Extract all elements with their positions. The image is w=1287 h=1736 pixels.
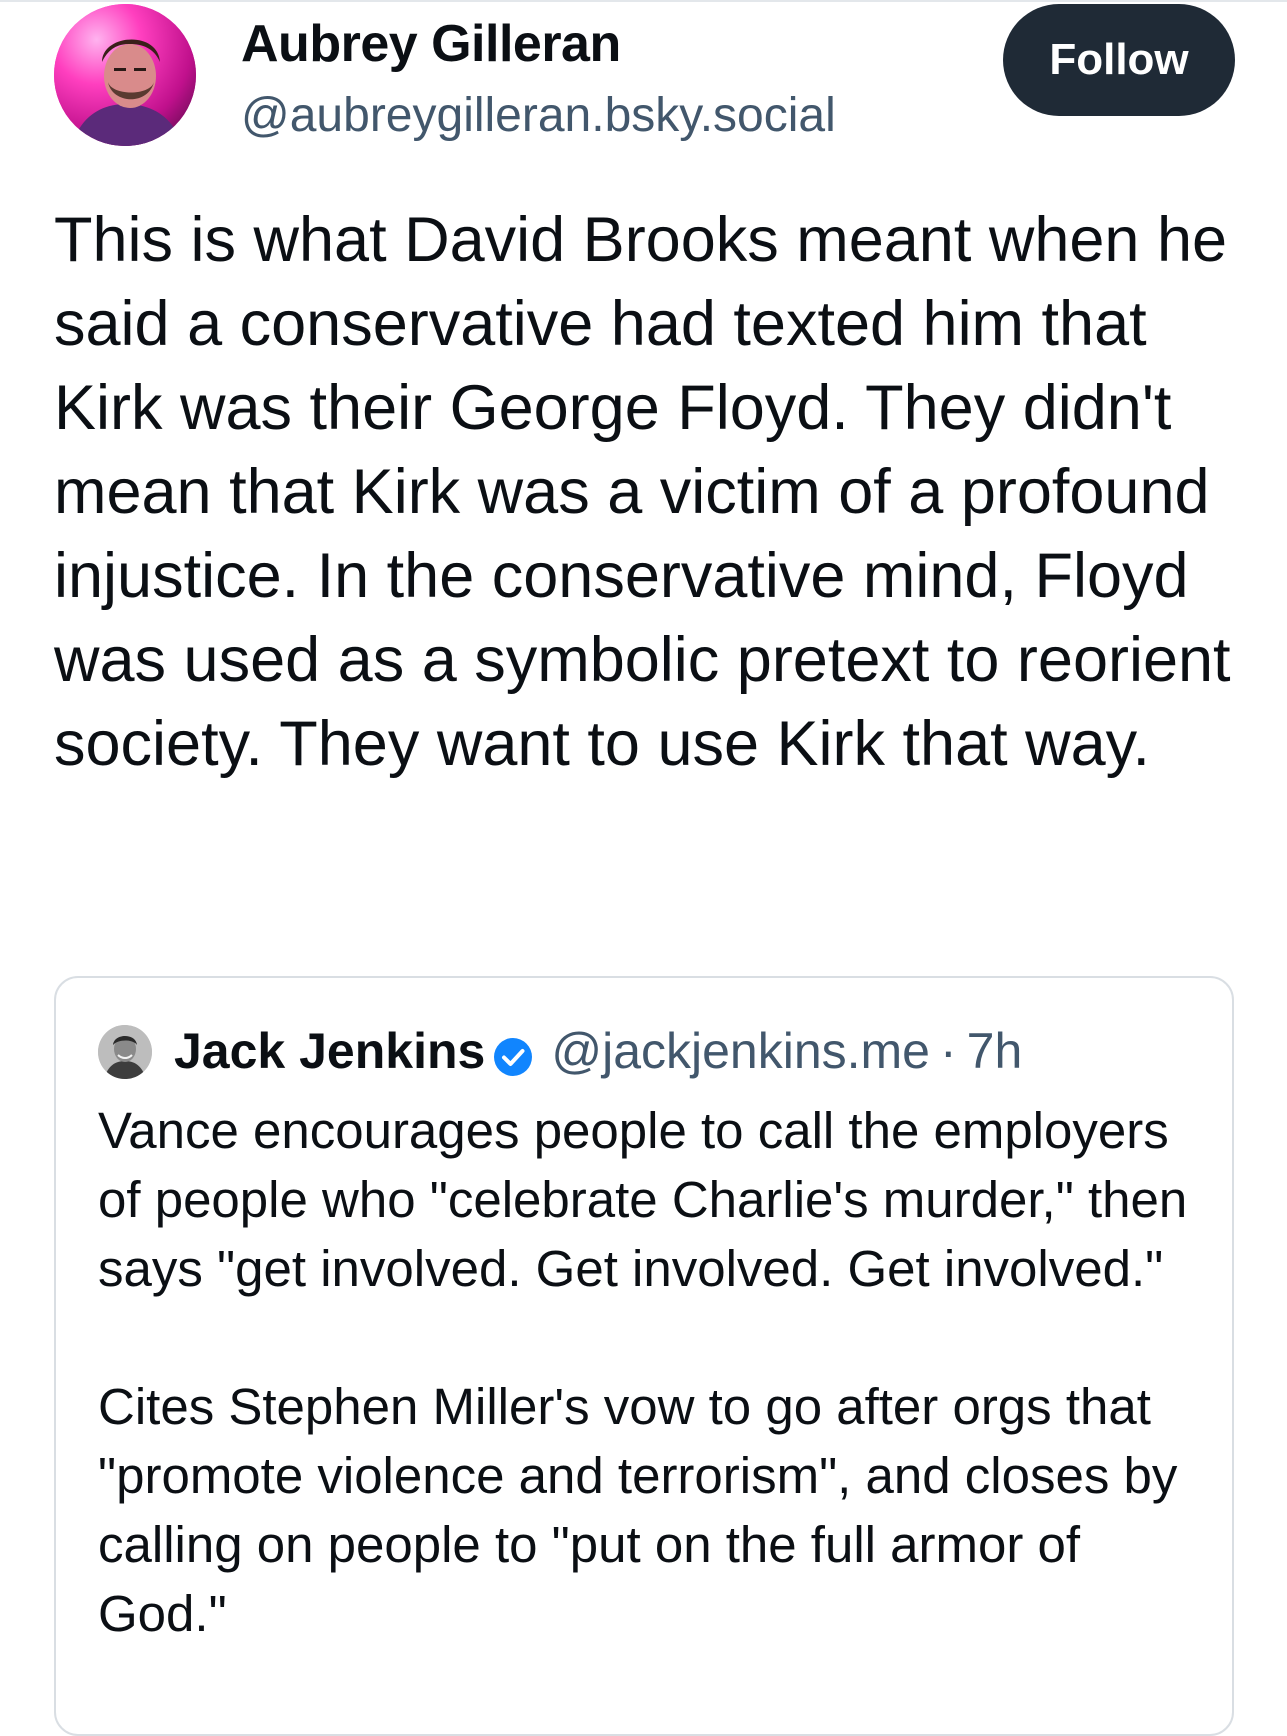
author-name[interactable]: Aubrey Gilleran xyxy=(241,14,621,74)
author-handle[interactable]: @aubreygilleran.bsky.social xyxy=(241,88,836,143)
post-text: This is what David Brooks meant when he … xyxy=(54,205,1249,779)
quote-author-avatar[interactable] xyxy=(98,1025,152,1079)
quote-timestamp[interactable]: 7h xyxy=(967,1022,1023,1080)
quote-author-handle[interactable]: @jackjenkins.me xyxy=(551,1022,930,1080)
verified-check-icon xyxy=(493,1031,533,1076)
quote-header: Jack Jenkins @jackjenkins.me · 7h xyxy=(174,1018,1022,1084)
quote-separator: · xyxy=(940,1023,957,1079)
quote-author-name[interactable]: Jack Jenkins xyxy=(174,1022,485,1080)
quote-text: Vance encourages people to call the empl… xyxy=(98,1102,1188,1642)
follow-button[interactable]: Follow xyxy=(1003,4,1235,116)
author-avatar[interactable] xyxy=(54,4,196,146)
post: Aubrey Gilleran @aubreygilleran.bsky.soc… xyxy=(0,0,1287,1736)
author-avatar-image xyxy=(54,4,196,146)
quoted-post-card[interactable]: Jack Jenkins @jackjenkins.me · 7h Vance … xyxy=(54,976,1234,1736)
quote-avatar-image xyxy=(98,1025,152,1079)
